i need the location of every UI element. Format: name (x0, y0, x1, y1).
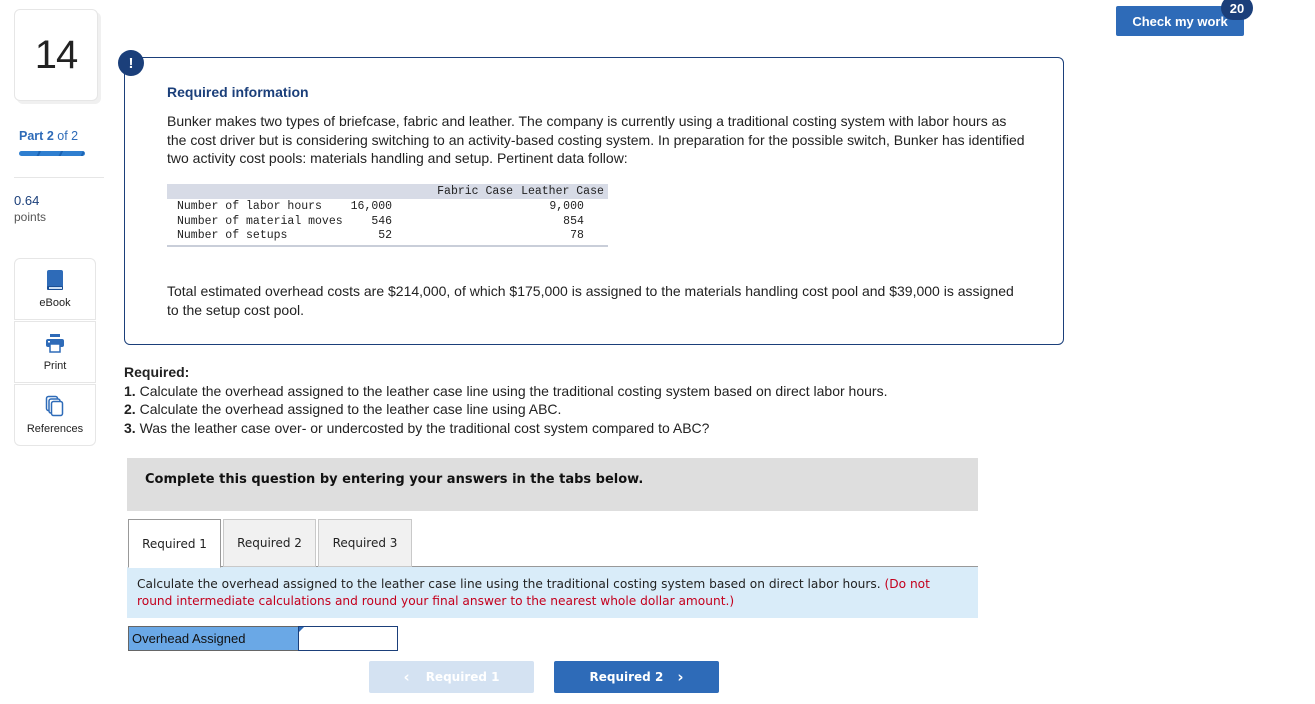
leather-value: 78 (517, 229, 608, 247)
answer-field-wrap (298, 626, 398, 651)
prompt-text: Calculate the overhead assigned to the l… (137, 577, 885, 591)
leather-value: 854 (563, 215, 584, 228)
item-text: Calculate the overhead assigned to the l… (135, 401, 562, 417)
row-label: Number of setups (167, 229, 347, 247)
fabric-value: 546 (371, 215, 393, 228)
question-number: 14 (34, 32, 78, 77)
print-button[interactable]: Print (14, 321, 96, 383)
ebook-label: eBook (39, 297, 71, 309)
alert-glyph: ! (128, 54, 134, 72)
prev-label: Required 1 (425, 670, 500, 684)
table-header-blank (167, 184, 347, 199)
book-icon (46, 269, 64, 291)
answer-row: Overhead Assigned (128, 626, 398, 651)
references-icon (45, 395, 65, 417)
table-header-leather: Leather Case (517, 184, 608, 199)
tab-required-1[interactable]: Required 1 (128, 519, 221, 568)
part-of: of 2 (57, 129, 79, 143)
item-number: 3. (124, 419, 136, 436)
next-required-button[interactable]: Required 2 › (554, 661, 719, 693)
printer-icon (45, 332, 65, 354)
instruction-bar: Complete this question by entering your … (127, 458, 978, 511)
leather-value: 9,000 (549, 200, 584, 213)
references-button[interactable]: References (14, 384, 96, 446)
required-item: 3. Was the leather case over- or underco… (124, 419, 887, 438)
item-number: 2. (124, 401, 136, 417)
overhead-assigned-label: Overhead Assigned (128, 626, 298, 651)
table-header-row: Fabric Case Leather Case (167, 184, 608, 199)
data-table: Fabric Case Leather Case Number of labor… (167, 184, 608, 247)
tab-bar: Required 1 Required 2 Required 3 (128, 519, 414, 568)
table-header-fabric: Fabric Case (346, 184, 518, 199)
points-value: 0.64 (14, 193, 40, 208)
part-indicator: Part 2 of 2 (19, 129, 78, 143)
check-count-badge: 20 (1221, 0, 1253, 20)
question-number-card: 14 (14, 9, 98, 101)
item-number: 1. (124, 382, 136, 399)
fabric-value: 16,000 (350, 200, 393, 213)
tab-required-2[interactable]: Required 2 (223, 519, 316, 567)
tab-required-3[interactable]: Required 3 (318, 519, 412, 567)
next-label: Required 2 (589, 670, 664, 684)
rail-divider (14, 177, 104, 178)
required-list: Required: 1. Calculate the overhead assi… (124, 363, 887, 437)
table-row: Number of setups 52 78 (167, 229, 608, 247)
overhead-paragraph: Total estimated overhead costs are $214,… (167, 283, 1014, 318)
required-item: 1. Calculate the overhead assigned to th… (124, 382, 887, 401)
part-current: 2 (46, 129, 54, 143)
info-title: Required information (167, 84, 309, 100)
item-text: Was the leather case over- or undercoste… (135, 419, 710, 436)
print-label: Print (43, 360, 67, 372)
fabric-value: 52 (346, 229, 518, 247)
required-heading: Required: (124, 364, 190, 380)
question-prompt: Calculate the overhead assigned to the l… (127, 567, 978, 618)
part-prefix: Part (19, 129, 44, 143)
required-item: 2. Calculate the overhead assigned to th… (124, 400, 887, 419)
chevron-left-icon: ‹ (403, 668, 410, 686)
overhead-assigned-input[interactable] (298, 626, 398, 651)
references-label: References (26, 423, 84, 435)
info-paragraph: Bunker makes two types of briefcase, fab… (167, 113, 1025, 166)
table-row: Number of material moves 546 854 (167, 214, 608, 229)
table-row: Number of labor hours 16,000 9,000 (167, 199, 608, 214)
prev-required-button[interactable]: ‹ Required 1 (369, 661, 534, 693)
row-label: Number of material moves (177, 215, 343, 228)
ebook-button[interactable]: eBook (14, 258, 96, 320)
alert-icon: ! (118, 50, 144, 76)
row-label: Number of labor hours (177, 200, 322, 213)
required-information-box: Required information Bunker makes two ty… (124, 57, 1064, 345)
chevron-right-icon: › (677, 668, 684, 686)
points-label: points (14, 210, 47, 224)
part-progress-bar (19, 151, 85, 156)
item-text: Calculate the overhead assigned to the l… (135, 382, 888, 399)
